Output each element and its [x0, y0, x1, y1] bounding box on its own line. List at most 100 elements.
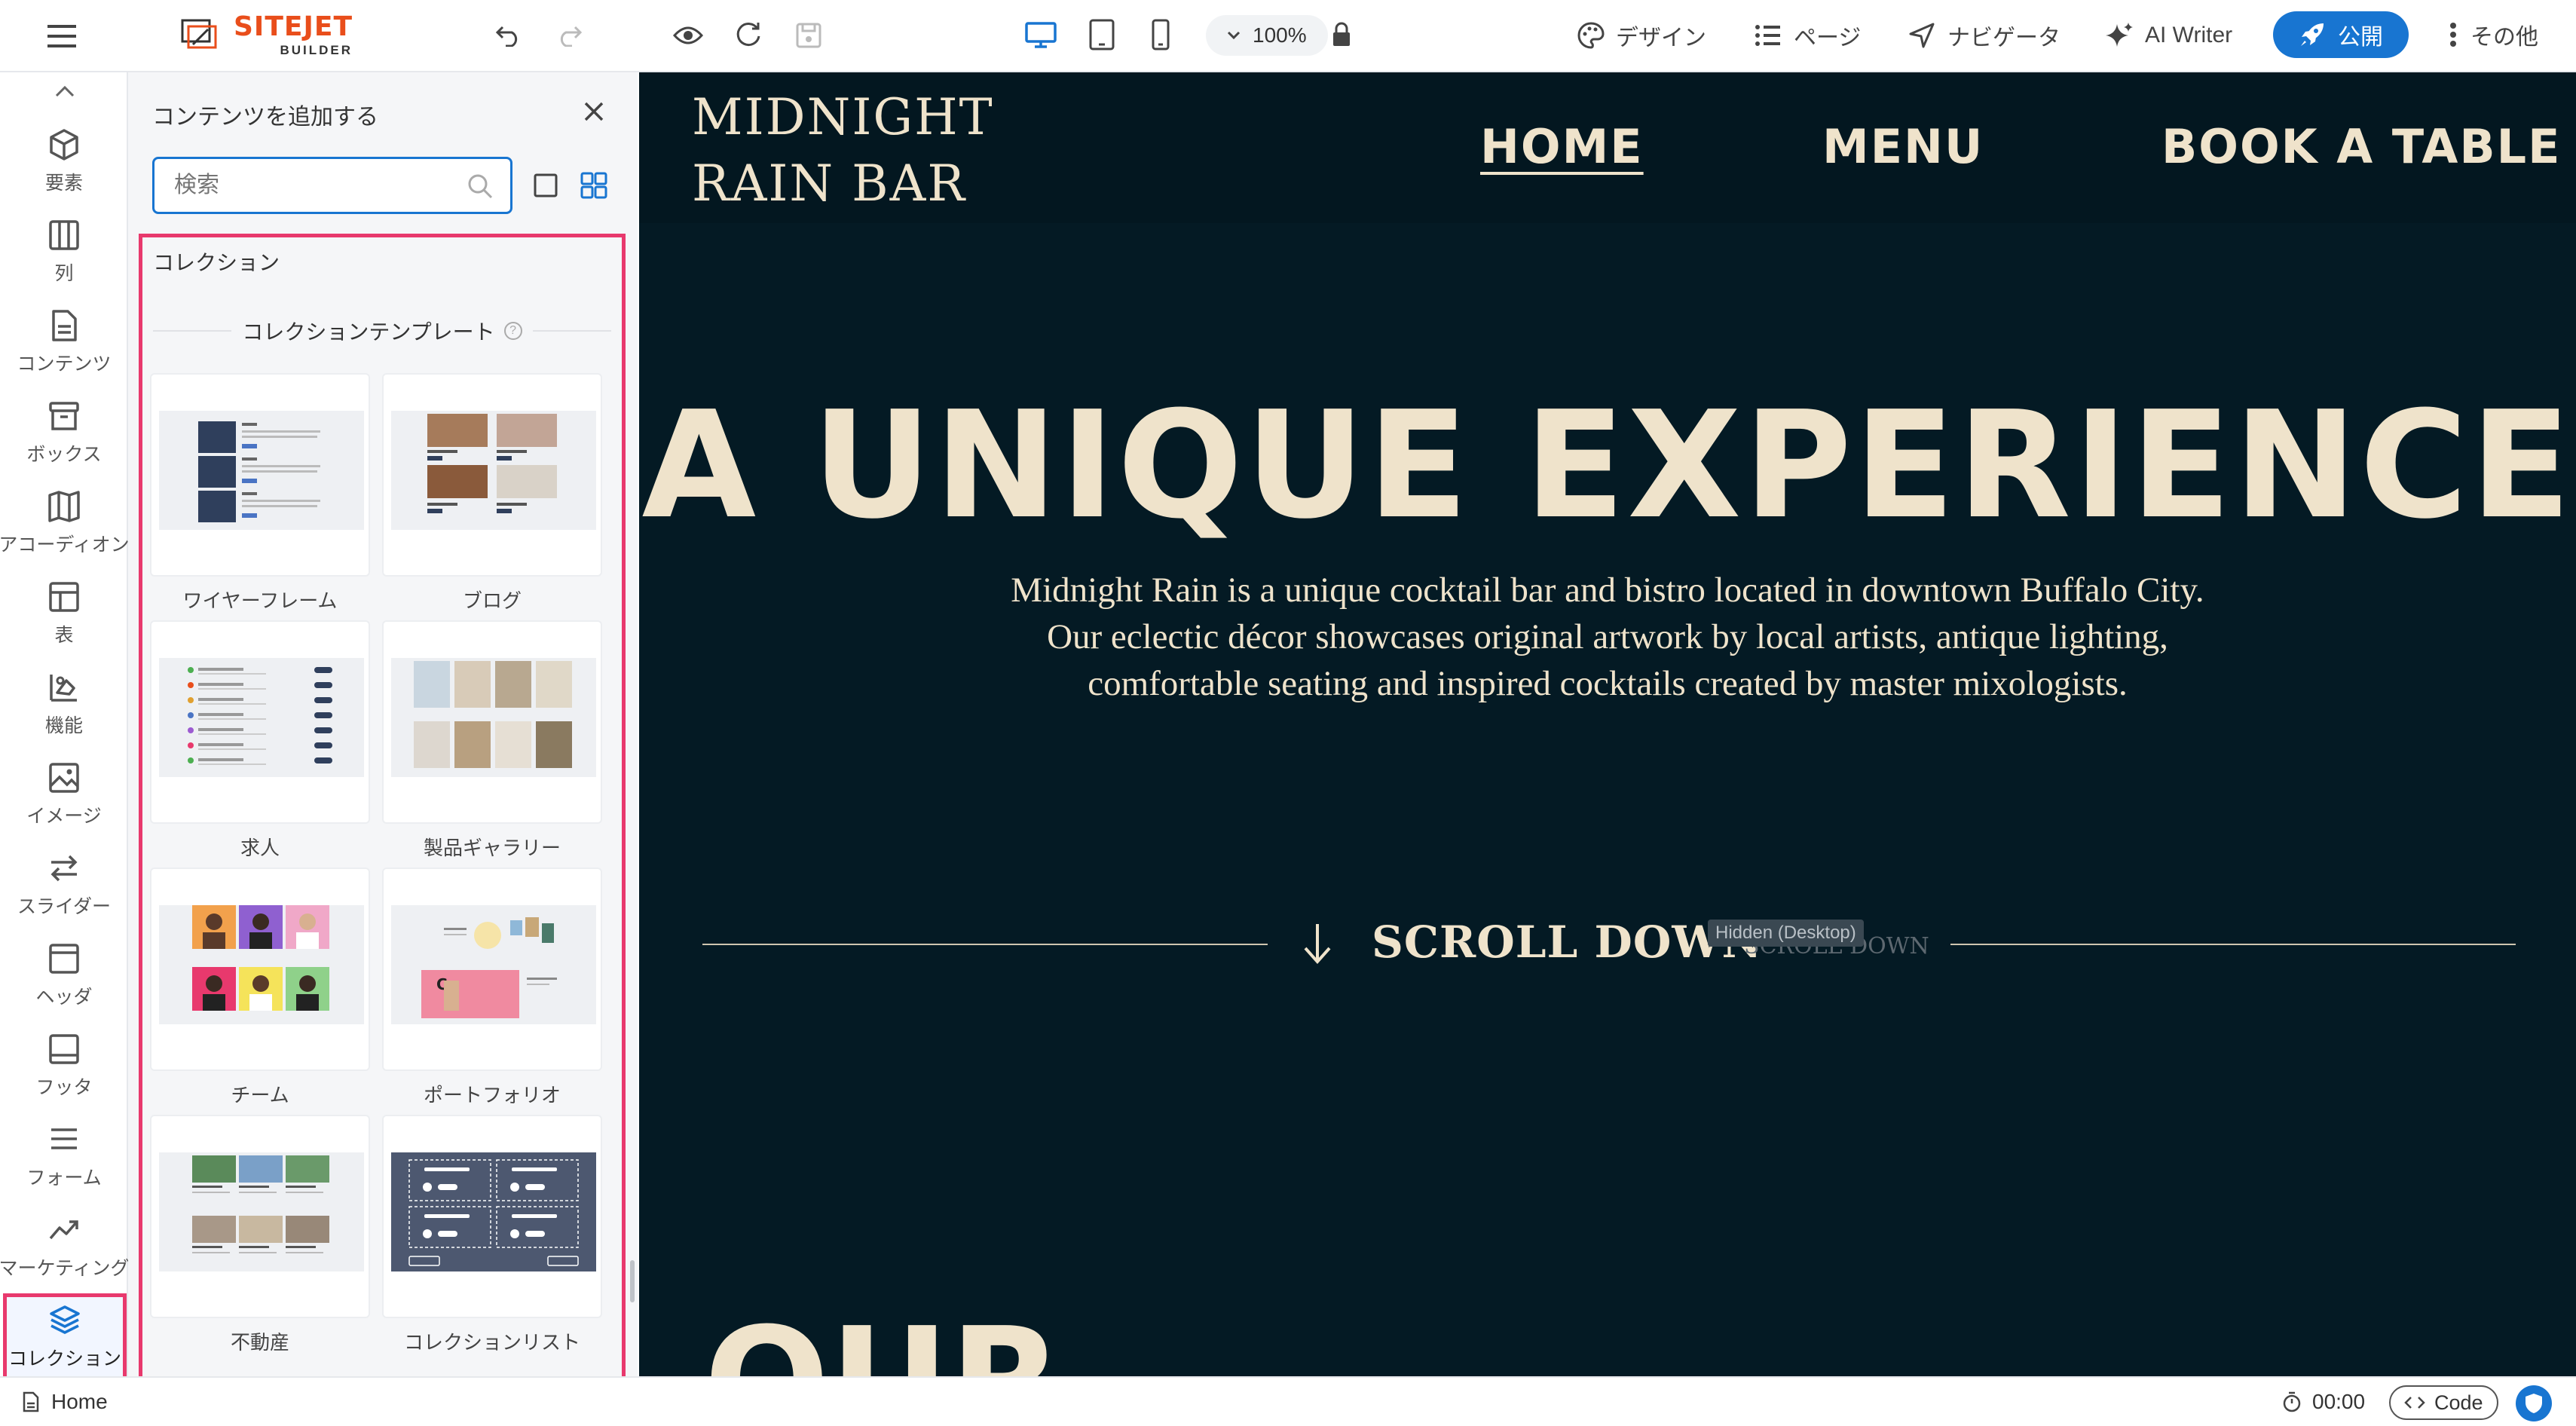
mobile-view-icon[interactable]: [1146, 17, 1176, 53]
template-tile-wireframe[interactable]: [150, 373, 370, 577]
site-logo[interactable]: MIDNIGHT RAIN BAR: [692, 84, 994, 217]
template-tile-jobs[interactable]: [150, 620, 370, 824]
sidebar-item-boxes[interactable]: ボックス: [0, 389, 128, 476]
template-label: 製品ギャラリー: [423, 837, 561, 859]
search-field: [152, 157, 512, 214]
page-button[interactable]: ページ: [1755, 17, 1861, 54]
template-thumbnail: [159, 411, 364, 530]
divider-line: [702, 944, 1268, 945]
search-input[interactable]: [154, 159, 441, 212]
code-label: Code: [2434, 1391, 2483, 1414]
design-button[interactable]: デザイン: [1577, 17, 1706, 54]
sidebar-item-footer[interactable]: フッタ: [0, 1022, 128, 1109]
template-tile-collection-list[interactable]: [382, 1115, 602, 1318]
template-tile-blog[interactable]: [382, 373, 602, 577]
help-icon[interactable]: ?: [503, 322, 522, 340]
sidebar-item-label: ヘッダ: [35, 987, 93, 1008]
navigator-button[interactable]: ナビゲータ: [1908, 17, 2060, 54]
rocket-icon: [2301, 23, 2324, 46]
scroll-down-link[interactable]: SCROLL DOWN: [1372, 916, 1763, 968]
code-icon: [2404, 1397, 2425, 1409]
layers-icon: [50, 1305, 80, 1334]
collection-section: コレクション コレクションテンプレート? ワイヤーフレーム ブログ 求人 製品ギ…: [139, 234, 626, 1426]
sidebar-item-label: フッタ: [35, 1077, 93, 1098]
subsection-title: コレクションテンプレート?: [142, 316, 622, 346]
sidebar-item-elements[interactable]: 要素: [0, 118, 128, 205]
site-nav-menu[interactable]: MENU: [1822, 119, 1984, 174]
element-sidebar: 要素 列 コンテンツ ボックス アコーディオン 表 機能 イメージ スライダー …: [0, 72, 130, 1381]
sidebar-item-marketing[interactable]: マーケティング: [0, 1203, 130, 1290]
close-icon[interactable]: [579, 96, 609, 127]
hero-title[interactable]: A UNIQUE EXPERIENCE: [639, 380, 2576, 552]
template-tile-portfolio[interactable]: C: [382, 868, 602, 1071]
page-icon: [23, 1391, 39, 1412]
template-label: ポートフォリオ: [423, 1084, 561, 1106]
list-icon: [1755, 25, 1780, 46]
ai-writer-button[interactable]: AI Writer: [2106, 17, 2232, 54]
redo-icon[interactable]: [552, 18, 586, 53]
code-button[interactable]: Code: [2389, 1385, 2498, 1420]
zoom-control[interactable]: 100%: [1206, 15, 1328, 56]
preview-eye-icon[interactable]: [671, 18, 705, 53]
publish-button[interactable]: 公開: [2273, 11, 2409, 58]
sidebar-item-label: 要素: [44, 173, 83, 194]
security-shield-icon[interactable]: [2516, 1385, 2552, 1421]
sidebar-item-collection[interactable]: コレクション: [3, 1293, 127, 1381]
sidebar-item-label: コレクション: [8, 1348, 121, 1369]
grid-view-icon[interactable]: [579, 170, 609, 200]
panel-scrollbar[interactable]: [630, 1260, 635, 1302]
page-label: ページ: [1794, 26, 1862, 50]
sidebar-item-content[interactable]: コンテンツ: [0, 298, 128, 386]
sidebar-item-accordion[interactable]: アコーディオン: [0, 479, 130, 567]
template-thumbnail: C: [391, 905, 596, 1024]
features-icon: [50, 675, 77, 702]
sidebar-item-label: アコーディオン: [0, 534, 130, 555]
template-thumbnail: [391, 411, 596, 530]
site-nav-home[interactable]: HOME: [1480, 119, 1644, 174]
more-label: その他: [2470, 25, 2538, 50]
sidebar-item-table[interactable]: 表: [0, 570, 128, 657]
hero-description[interactable]: Midnight Rain is a unique cocktail bar a…: [639, 567, 2576, 707]
hamburger-menu-icon[interactable]: [45, 20, 78, 53]
chevron-down-icon: [1227, 31, 1241, 40]
search-icon[interactable]: [467, 173, 494, 200]
sidebar-item-columns[interactable]: 列: [0, 208, 128, 295]
section-heading[interactable]: OUR: [704, 1296, 1063, 1376]
template-tile-real-estate[interactable]: [150, 1115, 370, 1318]
image-icon: [49, 763, 79, 793]
website-preview: MIDNIGHT RAIN BAR HOME MENU BOOK A TABLE…: [639, 72, 2576, 1376]
arrow-down-icon: [1304, 924, 1331, 965]
sidebar-item-slider[interactable]: スライダー: [0, 841, 128, 929]
hero-line: comfortable seating and inspired cocktai…: [1088, 664, 2128, 703]
single-view-icon[interactable]: [531, 170, 561, 200]
sidebar-item-label: 機能: [44, 715, 83, 736]
desktop-view-icon[interactable]: [1022, 18, 1060, 53]
subsection-title-text: コレクションテンプレート: [242, 320, 495, 344]
current-page[interactable]: Home: [23, 1390, 108, 1414]
status-bar: Home 00:00 Code: [0, 1376, 2576, 1426]
template-label: 不動産: [230, 1331, 289, 1354]
template-tile-team[interactable]: [150, 868, 370, 1071]
template-thumbnail: [391, 658, 596, 777]
navigator-label: ナビゲータ: [1947, 26, 2060, 50]
sidebar-item-features[interactable]: 機能: [0, 660, 128, 748]
slider-icon: [50, 855, 78, 882]
site-logo-line: RAIN BAR: [692, 155, 967, 213]
panel-title: コンテンツを追加する: [152, 105, 378, 130]
template-thumbnail: [391, 1152, 596, 1271]
template-tile-product-gallery[interactable]: [382, 620, 602, 824]
footer-icon: [49, 1034, 79, 1064]
lock-icon[interactable]: [1328, 18, 1355, 51]
refresh-icon[interactable]: [731, 17, 766, 51]
undo-icon[interactable]: [491, 18, 526, 53]
tablet-view-icon[interactable]: [1085, 17, 1118, 53]
sidebar-item-header[interactable]: ヘッダ: [0, 932, 128, 1019]
chevron-up-icon[interactable]: [50, 80, 80, 103]
sidebar-item-image[interactable]: イメージ: [0, 751, 128, 838]
site-nav-book-table[interactable]: BOOK A TABLE: [2161, 119, 2561, 174]
sidebar-item-form[interactable]: フォーム: [0, 1112, 128, 1200]
box-icon: [49, 402, 79, 430]
more-button[interactable]: その他: [2449, 18, 2538, 51]
save-icon[interactable]: [791, 18, 826, 53]
sitejet-logo: SITEJET BUILDER: [179, 13, 353, 57]
